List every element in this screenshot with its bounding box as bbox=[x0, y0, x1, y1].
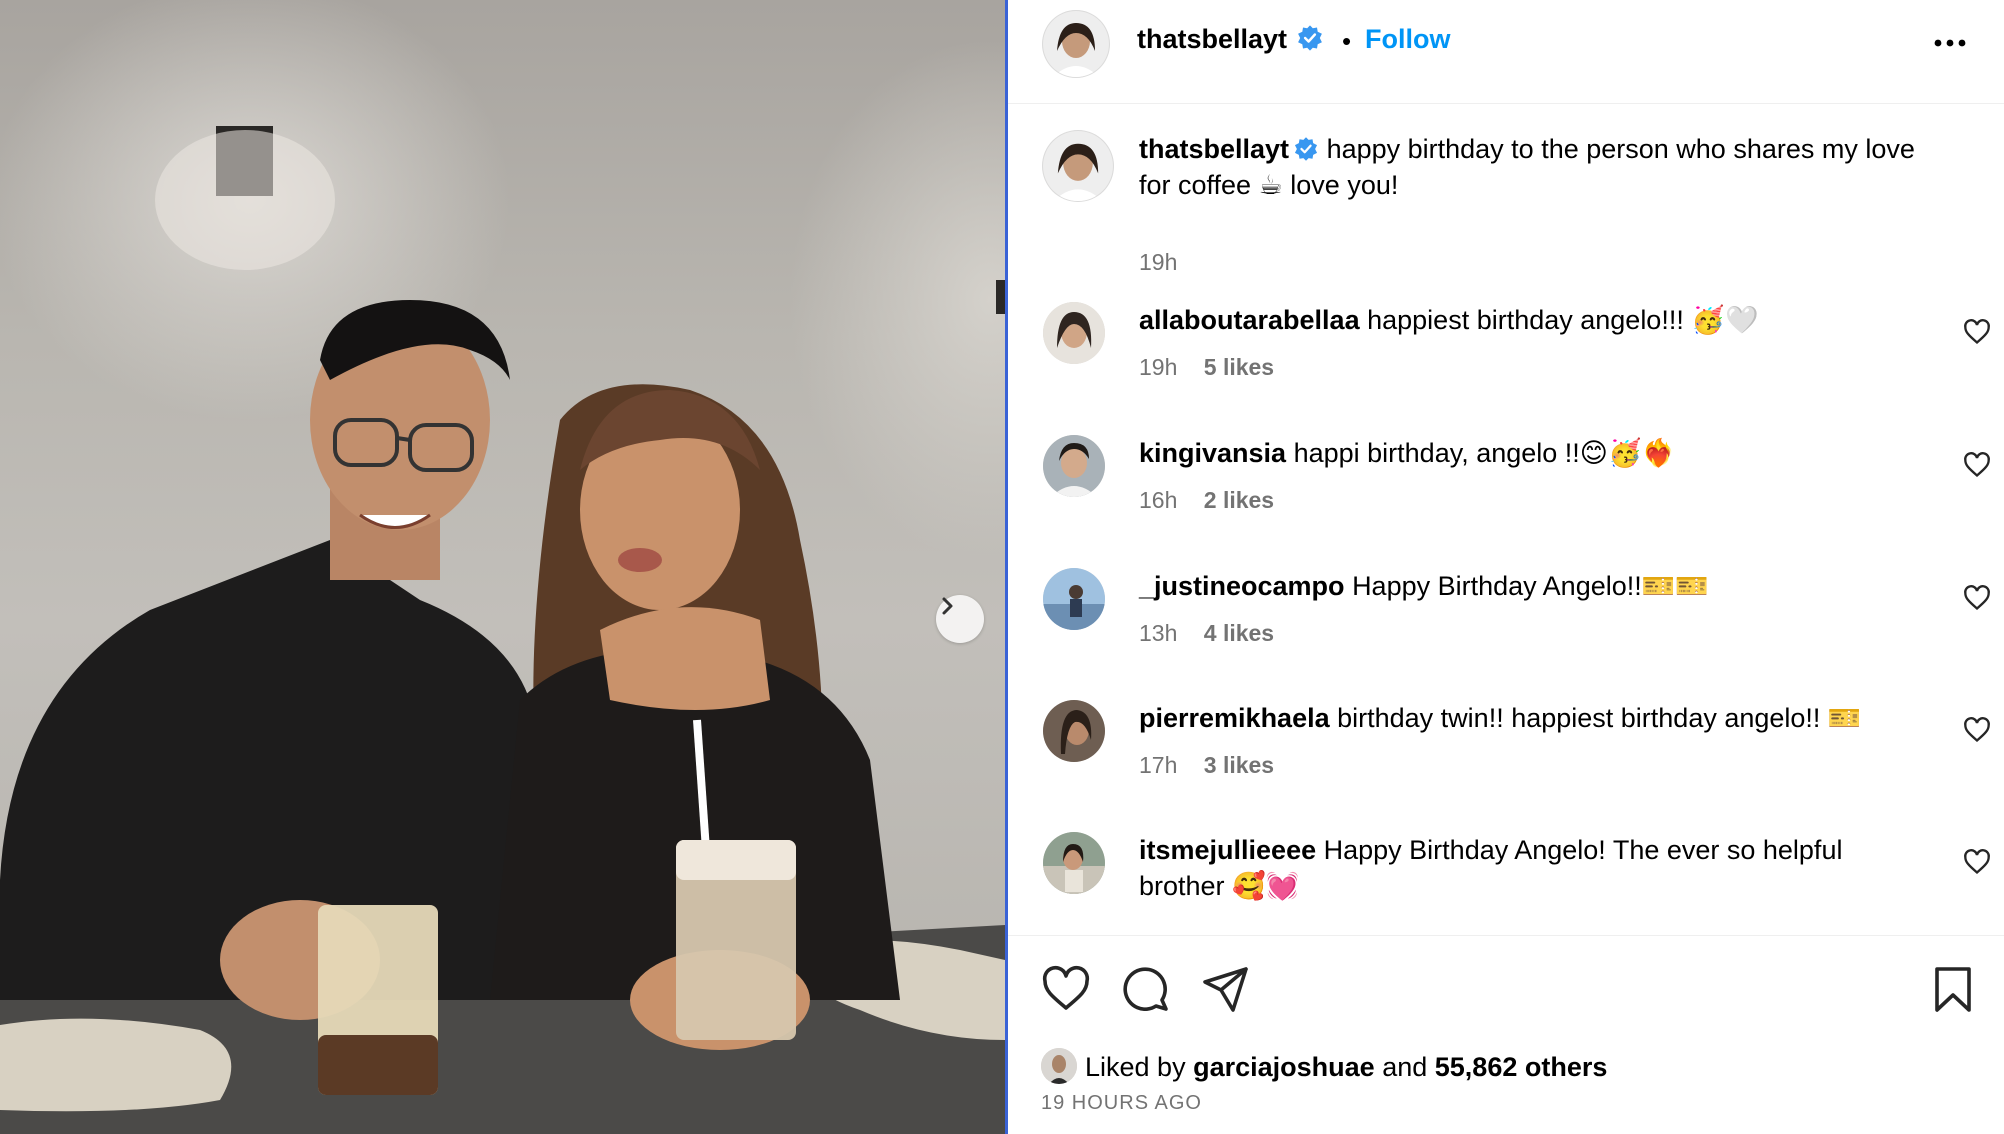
photo-illustration bbox=[0, 126, 1005, 1134]
comment-likes[interactable]: 2 likes bbox=[1204, 487, 1274, 513]
author-username[interactable]: thatsbellayt bbox=[1137, 24, 1287, 54]
comment-time[interactable]: 19h bbox=[1139, 354, 1177, 380]
comment-meta: 19h 5 likes bbox=[1139, 354, 1274, 381]
post-actions-bar: Liked by garciajoshuae and 55,862 others… bbox=[1008, 935, 2004, 1134]
comment-meta: 16h 2 likes bbox=[1139, 487, 1274, 514]
comment-username[interactable]: _justineocampo bbox=[1139, 571, 1345, 601]
heart-icon[interactable] bbox=[1041, 964, 1091, 1014]
comment-likes[interactable]: 5 likes bbox=[1204, 354, 1274, 380]
heart-icon[interactable] bbox=[1963, 318, 1991, 346]
commenter-avatar[interactable] bbox=[1043, 568, 1105, 630]
follow-button[interactable]: Follow bbox=[1365, 24, 1450, 55]
comment-likes[interactable]: 3 likes bbox=[1204, 752, 1274, 778]
heart-icon[interactable] bbox=[1963, 451, 1991, 479]
more-options-icon[interactable] bbox=[1930, 28, 1970, 58]
post-header: thatsbellayt • Follow bbox=[1008, 0, 2004, 104]
chevron-right-icon bbox=[942, 597, 953, 615]
comment-bubble-icon[interactable] bbox=[1121, 964, 1171, 1014]
commenter-avatar[interactable] bbox=[1043, 302, 1105, 364]
post-photo bbox=[0, 0, 1005, 1134]
comment-text-block: kingivansia happi birthday, angelo !!😊🥳❤… bbox=[1139, 435, 1919, 471]
comment-time[interactable]: 17h bbox=[1139, 752, 1177, 778]
caption-meta: 19h bbox=[1139, 249, 1177, 276]
comment-meta: 17h 3 likes bbox=[1139, 752, 1274, 779]
post-timestamp[interactable]: 19 HOURS AGO bbox=[1041, 1092, 1202, 1115]
heart-icon[interactable] bbox=[1963, 848, 1991, 876]
plate-left bbox=[0, 1018, 232, 1112]
comment-username[interactable]: allaboutarabellaa bbox=[1139, 305, 1360, 335]
comment-time[interactable]: 13h bbox=[1139, 620, 1177, 646]
liked-by-others[interactable]: 55,862 others bbox=[1435, 1052, 1608, 1082]
verified-badge-icon bbox=[1294, 137, 1318, 161]
liked-by-user[interactable]: garciajoshuae bbox=[1193, 1052, 1375, 1082]
instagram-post-view: thatsbellayt • Follow thatsbellayt happy… bbox=[0, 0, 2004, 1134]
heart-icon[interactable] bbox=[1963, 584, 1991, 612]
caption-username[interactable]: thatsbellayt bbox=[1139, 134, 1289, 164]
comment-text-block: _justineocampo Happy Birthday Angelo!!🎫🎫 bbox=[1139, 568, 1919, 604]
comment-text-block: allaboutarabellaa happiest birthday ange… bbox=[1139, 302, 1919, 338]
liked-by-line: Liked by garciajoshuae and 55,862 others bbox=[1041, 1048, 1607, 1084]
comment-likes[interactable]: 4 likes bbox=[1204, 620, 1274, 646]
comment-text-block: pierremikhaela birthday twin!! happiest … bbox=[1139, 700, 1919, 736]
caption-time[interactable]: 19h bbox=[1139, 249, 1177, 275]
comment-username[interactable]: pierremikhaela bbox=[1139, 703, 1330, 733]
liked-by-and: and bbox=[1382, 1052, 1428, 1082]
verified-badge-icon bbox=[1297, 25, 1322, 51]
comment-text: happiest birthday angelo!!! 🥳🤍 bbox=[1367, 305, 1759, 335]
bookmark-icon[interactable] bbox=[1928, 964, 1978, 1014]
comment-text: Happy Birthday Angelo!!🎫🎫 bbox=[1352, 571, 1709, 601]
heart-icon[interactable] bbox=[1963, 716, 1991, 744]
post-details-panel: thatsbellayt • Follow thatsbellayt happy… bbox=[1008, 0, 2004, 1134]
header-separator: • bbox=[1342, 26, 1352, 56]
wall-lamp-right bbox=[996, 280, 1005, 314]
commenter-avatar[interactable] bbox=[1043, 832, 1105, 894]
commenter-avatar[interactable] bbox=[1043, 700, 1105, 762]
comment-username[interactable]: itsmejullieeee bbox=[1139, 835, 1316, 865]
liked-by-prefix: Liked by bbox=[1085, 1052, 1186, 1082]
liker-avatar[interactable] bbox=[1041, 1048, 1077, 1084]
coffee-cup-left bbox=[318, 905, 438, 1095]
comment-meta: 13h 4 likes bbox=[1139, 620, 1274, 647]
next-photo-button[interactable] bbox=[936, 595, 984, 643]
caption-avatar[interactable] bbox=[1043, 131, 1113, 201]
author-username-wrap: thatsbellayt bbox=[1137, 24, 1324, 55]
comment-time[interactable]: 16h bbox=[1139, 487, 1177, 513]
comment-text-block: itsmejullieeee Happy Birthday Angelo! Th… bbox=[1139, 832, 1919, 904]
comments-list[interactable]: thatsbellayt happy birthday to the perso… bbox=[1008, 105, 2004, 935]
comment-username[interactable]: kingivansia bbox=[1139, 438, 1286, 468]
paper-plane-icon[interactable] bbox=[1201, 964, 1251, 1014]
comment-text: happi birthday, angelo !!😊🥳❤️‍🔥 bbox=[1293, 438, 1676, 468]
comment-text: birthday twin!! happiest birthday angelo… bbox=[1337, 703, 1862, 733]
commenter-avatar[interactable] bbox=[1043, 435, 1105, 497]
caption-text-block: thatsbellayt happy birthday to the perso… bbox=[1139, 131, 1919, 203]
author-avatar[interactable] bbox=[1043, 11, 1109, 77]
man-figure bbox=[0, 300, 560, 1020]
